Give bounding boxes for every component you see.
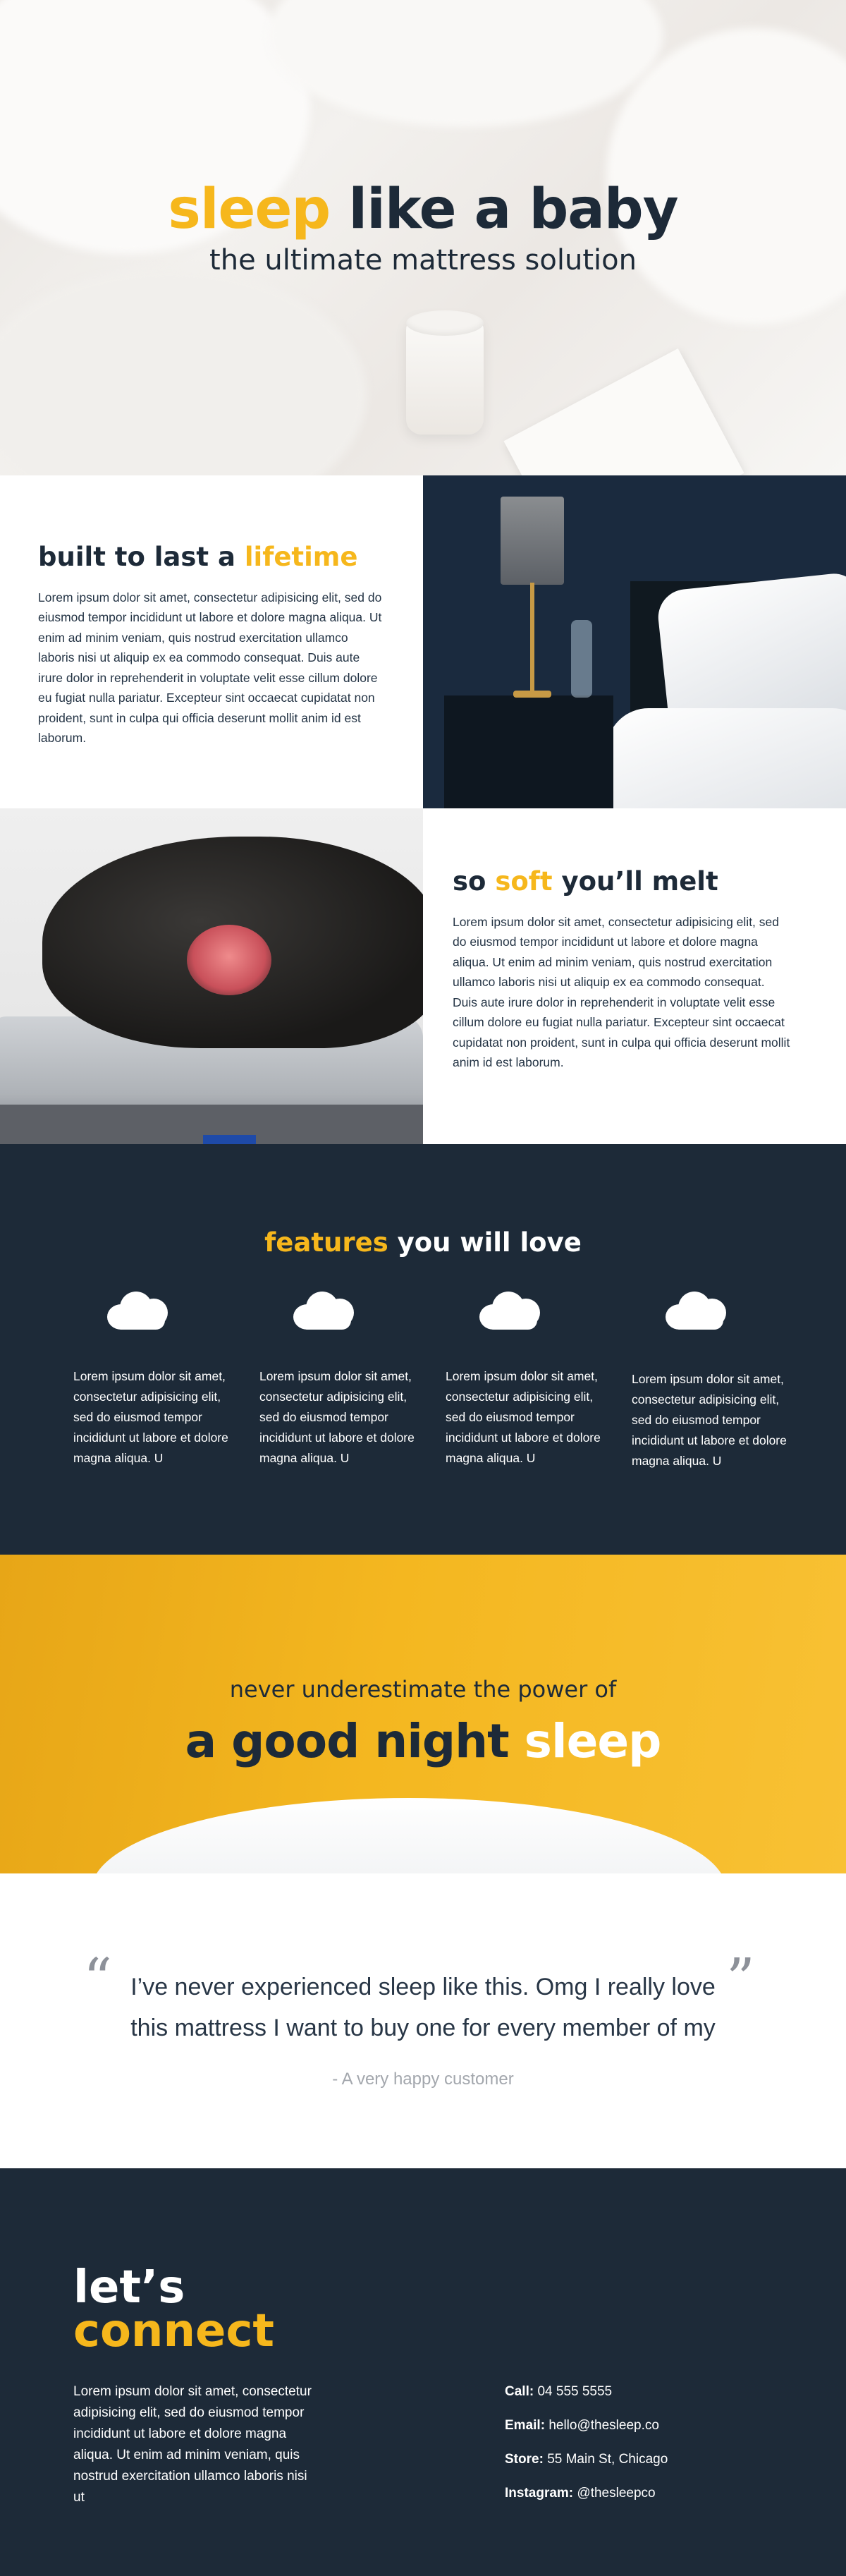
lamp-base-shape [513,691,551,698]
features-title-accent: features [264,1227,388,1258]
hero-blanket-image [0,268,367,475]
cloud-icon [107,1289,171,1330]
testimonial-author: - A very happy customer [332,2070,514,2089]
feature-text: Lorem ipsum dolor sit amet, consectetur … [446,1369,601,1465]
close-quote-icon: ” [726,1946,755,2012]
nightstand-shape [444,695,613,808]
soft-heading-post: you’ll melt [561,866,718,897]
features-title-rest: you will love [397,1227,582,1258]
cloud-icon [666,1289,729,1330]
contact-body: Lorem ipsum dolor sit amet, consectetur … [73,2384,312,2505]
bed-tag-shape [203,1135,256,1144]
contact-list: Call: 04 555 5555 Email: hello@thesleep.… [505,2384,668,2520]
banner-pillow-image [92,1798,726,1873]
features-section: features you will love Lorem ipsum dolor… [0,1144,846,1555]
pug-mouth-shape [187,925,271,995]
features-title: features you will love [0,1227,846,1258]
contact-title-line2: connect [73,2305,274,2357]
feature-item: Lorem ipsum dolor sit amet, consectetur … [259,1289,418,1469]
hero-title-accent: sleep [168,178,331,241]
soft-section: so soft you’ll melt Lorem ipsum dolor si… [423,808,846,1144]
contact-value: @thesleepco [577,2486,656,2501]
soft-heading-accent: soft [495,866,553,897]
cloud-icon [479,1289,543,1330]
banner-title: a good night sleep [0,1714,846,1768]
contact-label: Email: [505,2418,546,2433]
testimonial-section: “ ” I’ve never experienced sleep like th… [0,1873,846,2168]
bottle-shape [571,620,592,698]
feature-text: Lorem ipsum dolor sit amet, consectetur … [259,1369,415,1465]
contact-value: 55 Main St, Chicago [547,2452,668,2467]
contact-value: 04 555 5555 [537,2384,613,2399]
contact-value: hello@thesleep.co [548,2418,659,2433]
hero-book-image [503,348,744,475]
bedroom-image [423,475,846,808]
lamp-icon [501,497,564,585]
hero-subtitle: the ultimate mattress solution [209,244,637,277]
lifetime-heading-main: built to last a [38,542,235,572]
hero-section: sleep like a baby the ultimate mattress … [0,0,846,475]
bedsheet-shape [606,708,846,808]
hero-jar-lid-image [406,310,484,336]
lamp-pole-shape [530,583,534,692]
contact-store[interactable]: Store: 55 Main St, Chicago [505,2452,668,2486]
contact-instagram[interactable]: Instagram: @thesleepco [505,2486,668,2520]
sleep-banner: never underestimate the power of a good … [0,1555,846,1873]
feature-item: Lorem ipsum dolor sit amet, consectetur … [632,1289,790,1471]
open-quote-icon: “ [83,1946,112,2012]
pug-image [0,808,423,1144]
lifetime-heading: built to last a lifetime [38,542,384,572]
contact-label: Store: [505,2452,544,2467]
feature-text: Lorem ipsum dolor sit amet, consectetur … [632,1372,787,1468]
banner-title-dark: a good night [185,1714,510,1768]
contact-title-line1: let’s [73,2261,185,2314]
banner-pretitle: never underestimate the power of [229,1676,617,1703]
feature-item: Lorem ipsum dolor sit amet, consectetur … [73,1289,232,1469]
lifetime-body: Lorem ipsum dolor sit amet, consectetur … [38,590,382,746]
contact-label: Call: [505,2384,534,2399]
hero-title: sleep like a baby [0,182,846,237]
hero-title-rest: like a baby [348,178,678,241]
lifetime-heading-accent: lifetime [244,542,358,572]
soft-heading-pre: so [453,866,486,897]
cloud-icon [293,1289,357,1330]
testimonial-text: I’ve never experienced sleep like this. … [130,1974,716,2041]
contact-email[interactable]: Email: hello@thesleep.co [505,2418,668,2452]
soft-heading: so soft you’ll melt [453,866,791,897]
soft-body: Lorem ipsum dolor sit amet, consectetur … [453,914,790,1070]
hero-pillow-image [268,0,663,127]
contact-section: let’s connect Lorem ipsum dolor sit amet… [0,2168,846,2576]
contact-call[interactable]: Call: 04 555 5555 [505,2384,668,2418]
feature-text: Lorem ipsum dolor sit amet, consectetur … [73,1369,228,1465]
contact-label: Instagram: [505,2486,574,2501]
banner-title-light: sleep [524,1714,662,1768]
feature-item: Lorem ipsum dolor sit amet, consectetur … [446,1289,604,1469]
